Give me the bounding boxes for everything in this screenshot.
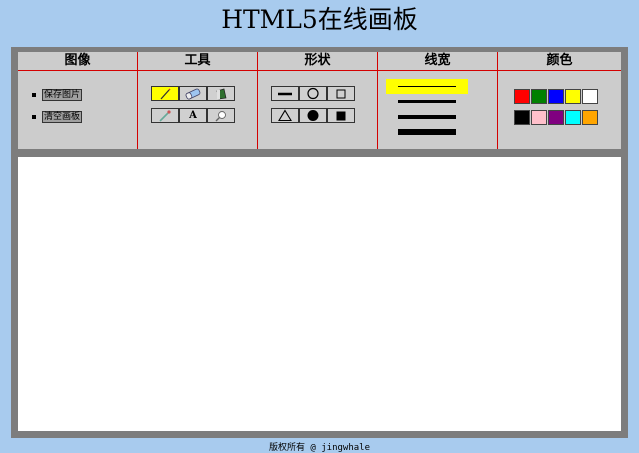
triangle-shape[interactable] — [271, 108, 299, 123]
color-swatch[interactable] — [531, 110, 547, 125]
bullet-icon — [32, 93, 36, 97]
line-shape[interactable] — [271, 86, 299, 101]
tools-section: 工具 A — [138, 52, 258, 149]
image-actions: 保存图片 清空画板 — [32, 84, 83, 128]
color-swatch[interactable] — [565, 110, 581, 125]
color-swatch[interactable] — [514, 110, 530, 125]
image-section-title: 图像 — [18, 52, 137, 71]
text-icon: A — [189, 110, 197, 121]
line-width-sample — [398, 86, 456, 87]
bullet-icon — [32, 115, 36, 119]
clear-canvas-button[interactable]: 清空画板 — [42, 111, 83, 123]
shape-grid — [271, 86, 355, 123]
square-outline-icon — [336, 89, 346, 98]
color-swatch[interactable] — [514, 89, 530, 104]
magnifier-tool[interactable] — [207, 108, 235, 123]
circle-shape[interactable] — [299, 86, 327, 101]
color-swatch[interactable] — [548, 110, 564, 125]
line-width-option-2[interactable] — [386, 94, 468, 109]
line-width-sample — [398, 128, 456, 135]
line-width-section-title: 线宽 — [378, 52, 497, 71]
circle-filled-icon — [307, 110, 319, 121]
filled-rectangle-shape[interactable] — [327, 108, 355, 123]
pencil-tool[interactable] — [151, 86, 179, 101]
line-width-sample — [398, 100, 456, 103]
bucket-icon — [216, 88, 227, 99]
color-section-title: 颜色 — [498, 52, 621, 71]
text-tool[interactable]: A — [179, 108, 207, 123]
color-swatch[interactable] — [565, 89, 581, 104]
circle-outline-icon — [307, 87, 319, 100]
toolbar: 图像 保存图片 清空画板 工具 A 形状 线宽 颜色 — [18, 52, 621, 149]
line-width-option-3[interactable] — [386, 109, 468, 124]
color-swatch[interactable] — [582, 110, 598, 125]
filled-circle-shape[interactable] — [299, 108, 327, 123]
line-icon — [278, 92, 292, 95]
color-palette — [514, 89, 598, 125]
tool-grid: A — [151, 86, 235, 123]
color-swatch[interactable] — [548, 89, 564, 104]
drawing-frame: 图像 保存图片 清空画板 工具 A 形状 线宽 颜色 — [11, 47, 628, 438]
magnifier-icon — [215, 110, 226, 121]
triangle-outline-icon — [278, 109, 292, 122]
shapes-section-title: 形状 — [258, 52, 377, 71]
image-action-item: 保存图片 — [32, 84, 83, 106]
color-section: 颜色 — [498, 52, 621, 149]
image-action-item: 清空画板 — [32, 106, 83, 128]
eraser-tool[interactable] — [179, 86, 207, 101]
footer-copyright: 版权所有 @ jingwhale — [268, 443, 371, 453]
drawing-canvas[interactable] — [18, 157, 621, 431]
eraser-icon — [185, 88, 201, 99]
eyedropper-icon — [159, 109, 171, 122]
shapes-section: 形状 — [258, 52, 378, 149]
line-width-sample — [398, 114, 456, 119]
eyedropper-tool[interactable] — [151, 108, 179, 123]
color-swatch[interactable] — [582, 89, 598, 104]
page-title: HTML5在线画板 — [221, 5, 418, 34]
fill-tool[interactable] — [207, 86, 235, 101]
rectangle-shape[interactable] — [327, 86, 355, 101]
image-section: 图像 保存图片 清空画板 — [18, 52, 138, 149]
line-width-section: 线宽 — [378, 52, 498, 149]
pencil-icon — [160, 87, 171, 99]
line-width-option-1[interactable] — [386, 79, 468, 94]
tools-section-title: 工具 — [138, 52, 257, 71]
save-image-button[interactable]: 保存图片 — [42, 89, 83, 101]
color-swatch[interactable] — [531, 89, 547, 104]
line-width-list — [386, 79, 468, 139]
square-filled-icon — [336, 111, 346, 120]
line-width-option-4[interactable] — [386, 124, 468, 139]
